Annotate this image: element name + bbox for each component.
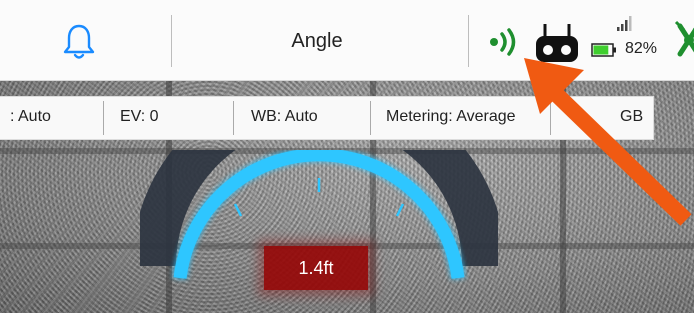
remote-controller-icon [536,24,578,62]
gauge-tick [233,203,243,217]
drone-icon[interactable] [674,18,694,62]
battery-icon [591,43,616,57]
divider [233,101,234,135]
divider [103,101,104,135]
metering-value[interactable]: Metering: Average [386,108,516,126]
distance-readout: 1.4ft [264,246,368,290]
ev-value[interactable]: EV: 0 [120,108,159,126]
divider [171,15,172,67]
wb-value[interactable]: WB: Auto [251,108,318,126]
divider [550,101,551,135]
bell-icon[interactable] [62,23,96,61]
cellular-signal-icon [617,16,632,31]
battery-percent: 82% [625,40,658,57]
iso-value[interactable]: : Auto [10,108,51,126]
divider [370,101,371,135]
divider [468,15,469,67]
mode-title[interactable]: Angle [262,30,372,53]
camera-settings-bar: : Auto EV: 0 WB: Auto Metering: Average … [0,96,654,140]
signal-icon [490,28,516,56]
color-mode-value[interactable]: GB [620,108,643,126]
gauge-tick [395,203,405,217]
top-status-bar: Angle 82% [0,0,694,81]
